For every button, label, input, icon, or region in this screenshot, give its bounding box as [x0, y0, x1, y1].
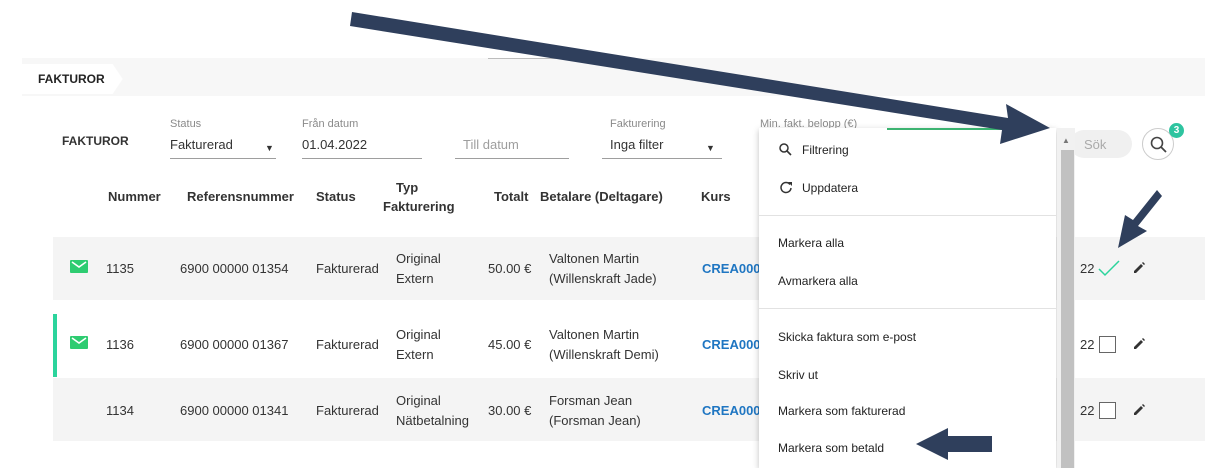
- annotation-arrows: [350, 12, 1162, 460]
- arrow-to-checkmark-icon: [1118, 190, 1162, 248]
- arrow-to-mark-paid-icon: [916, 428, 992, 460]
- arrow-to-menu-icon: [350, 12, 1050, 144]
